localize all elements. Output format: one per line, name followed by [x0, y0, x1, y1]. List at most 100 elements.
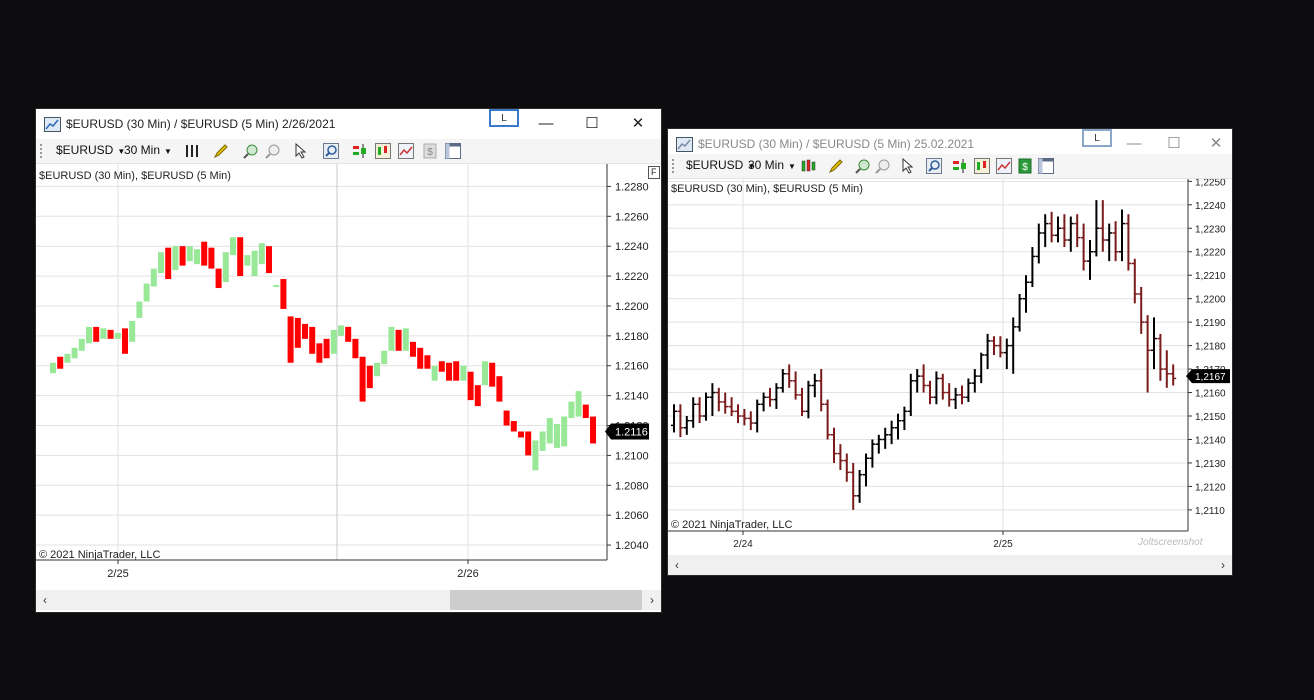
horizontal-scrollbar[interactable]: ‹ › — [668, 555, 1232, 575]
indicator-icon[interactable] — [996, 158, 1012, 174]
dollar-icon[interactable]: $ — [1017, 158, 1033, 174]
search-icon[interactable] — [323, 143, 339, 159]
scrollbar-thumb[interactable] — [450, 590, 642, 610]
price-bar — [381, 350, 388, 365]
chart-window-1: $EURUSD (30 Min) / $EURUSD (5 Min) 2/26/… — [36, 109, 661, 612]
price-bar — [532, 440, 539, 471]
interval-label: 30 Min — [124, 143, 161, 157]
dollar-icon[interactable]: $ — [422, 143, 438, 159]
horizontal-scrollbar[interactable]: ‹ › — [36, 590, 661, 610]
price-bar — [338, 325, 344, 336]
price-bar — [186, 246, 193, 262]
x-tick-label: 2/24 — [733, 539, 753, 550]
price-bar — [114, 332, 121, 339]
interval-label: 30 Min — [748, 158, 785, 172]
strategy-icon[interactable] — [952, 158, 968, 174]
search-icon[interactable] — [926, 158, 942, 174]
instrument-selector[interactable]: $EURUSD ▼ — [686, 158, 755, 172]
series-label: $EURUSD (30 Min), $EURUSD (5 Min) — [39, 170, 231, 182]
close-button[interactable]: ✕ — [616, 112, 660, 136]
indicator-icon[interactable] — [398, 143, 414, 159]
scroll-right-icon[interactable]: › — [643, 590, 661, 610]
copyright-label: © 2021 NinjaTrader, LLC — [39, 549, 161, 561]
price-bar — [402, 328, 409, 351]
candlestick-style-icon[interactable] — [801, 158, 817, 174]
y-tick-label: 1.2140 — [615, 391, 649, 403]
price-bar — [251, 250, 258, 277]
price-bar — [316, 343, 323, 363]
interval-selector[interactable]: 30 Min ▼ — [124, 143, 172, 157]
instrument-selector[interactable]: $EURUSD ▼ — [56, 143, 125, 157]
properties-icon[interactable] — [445, 143, 461, 159]
link-button[interactable]: L — [489, 109, 519, 127]
pencil-icon[interactable] — [828, 158, 844, 174]
price-bar — [280, 279, 287, 309]
pointer-icon[interactable] — [901, 158, 917, 174]
strategy-icon[interactable] — [352, 143, 368, 159]
candlestick-icon[interactable] — [375, 143, 391, 159]
price-bar — [122, 328, 128, 354]
candlestick-icon[interactable] — [974, 158, 990, 174]
instrument-label: $EURUSD — [56, 143, 114, 157]
minimize-button[interactable]: — — [524, 112, 568, 136]
instrument-label: $EURUSD — [686, 158, 744, 172]
toolbar-grip — [40, 144, 42, 158]
price-bar — [273, 285, 280, 288]
price-bar — [100, 328, 107, 339]
pointer-icon[interactable] — [294, 143, 310, 159]
chart-toolbar: $EURUSD ▼ 30 Min ▼ $ — [36, 139, 661, 164]
zoom-in-icon[interactable] — [855, 158, 871, 174]
price-bar — [323, 338, 330, 359]
price-bar — [215, 268, 222, 289]
price-bar — [503, 410, 510, 426]
bar-style-icon[interactable] — [184, 143, 200, 159]
y-tick-label: 1.2200 — [615, 301, 649, 313]
price-bar — [287, 316, 294, 363]
y-tick-label: 1,2220 — [1195, 248, 1226, 259]
maximize-button[interactable]: ☐ — [1152, 132, 1196, 156]
price-bar — [554, 424, 560, 448]
price-bar — [561, 416, 568, 447]
close-button[interactable]: ✕ — [1194, 132, 1232, 156]
maximize-button[interactable]: ☐ — [570, 112, 614, 136]
chart-panel[interactable]: 1.20401.20601.20801.21001.21201.21401.21… — [36, 164, 661, 592]
properties-icon[interactable] — [1038, 158, 1054, 174]
chart-app-icon — [676, 137, 693, 152]
zoom-in-icon[interactable] — [243, 143, 259, 159]
chart-app-icon — [44, 117, 61, 132]
zoom-out-icon[interactable] — [875, 158, 891, 174]
price-bar — [64, 353, 71, 363]
price-bar — [467, 371, 474, 401]
chart-panel[interactable]: 1,2110 1,2120 1,2130 1,2140 1,2150 1,2160 1,21… — [668, 179, 1232, 555]
toolbar-grip — [672, 159, 674, 173]
minimize-button[interactable]: — — [1112, 132, 1156, 156]
price-bar — [143, 283, 150, 302]
link-button[interactable]: L — [1082, 129, 1112, 147]
y-tick-label: 1,2180 — [1195, 342, 1226, 353]
last-price-label: 1,2167 — [1195, 372, 1226, 383]
price-bar — [474, 385, 481, 407]
price-bar — [172, 246, 179, 271]
scroll-right-icon[interactable]: › — [1214, 555, 1232, 575]
price-bar — [201, 241, 208, 266]
price-bar — [352, 338, 359, 359]
price-bar — [431, 365, 438, 381]
title-bar[interactable]: $EURUSD (30 Min) / $EURUSD (5 Min) 2/26/… — [36, 109, 661, 139]
chevron-down-icon: ▼ — [164, 147, 172, 156]
scroll-left-icon[interactable]: ‹ — [36, 590, 54, 610]
fold-button[interactable]: F — [648, 166, 660, 179]
interval-selector[interactable]: 30 Min ▼ — [748, 158, 796, 172]
y-tick-label: 1,2230 — [1195, 224, 1226, 235]
y-tick-label: 1,2200 — [1195, 295, 1226, 306]
y-tick-label: 1,2190 — [1195, 318, 1226, 329]
chart-window-2: $EURUSD (30 Min) / $EURUSD (5 Min) 25.02… — [668, 129, 1232, 575]
price-bar — [359, 356, 366, 402]
scroll-left-icon[interactable]: ‹ — [668, 555, 686, 575]
y-tick-label: 1,2110 — [1195, 506, 1225, 517]
zoom-out-icon[interactable] — [265, 143, 281, 159]
price-bar — [179, 246, 186, 266]
price-bar — [374, 362, 380, 377]
price-bar — [294, 317, 301, 348]
price-bar — [129, 320, 136, 342]
pencil-icon[interactable] — [213, 143, 229, 159]
